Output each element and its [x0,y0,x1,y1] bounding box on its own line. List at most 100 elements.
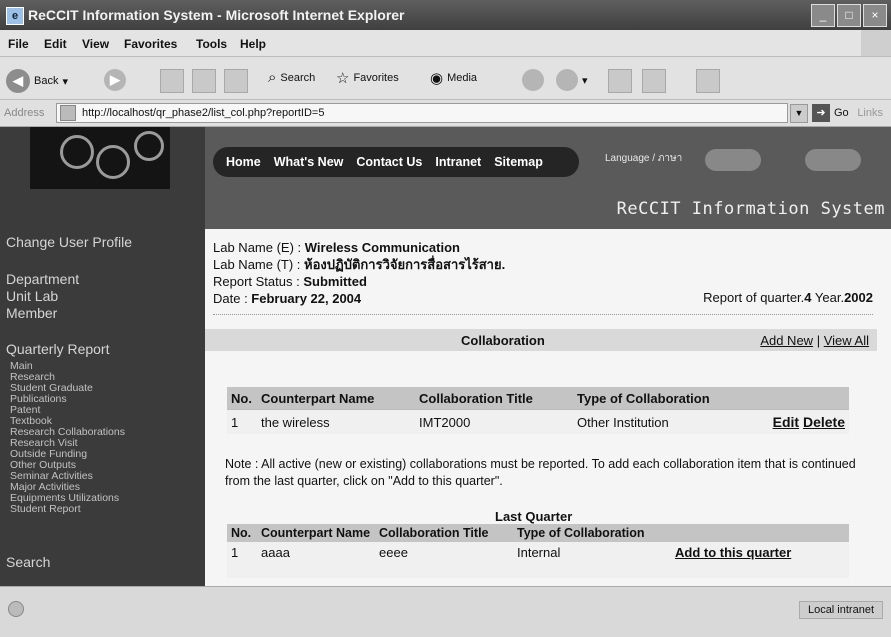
nav-whats-new[interactable]: What's New [274,155,344,169]
home-button[interactable] [224,69,248,93]
date-label: Date : [213,291,252,306]
cell-title: IMT2000 [415,409,573,434]
history-button[interactable] [522,69,544,91]
delete-link[interactable]: Delete [803,414,845,430]
maximize-button[interactable]: □ [837,4,861,27]
search-button[interactable]: ⌕ Search [268,69,315,86]
nav-contact-us[interactable]: Contact Us [356,155,422,169]
sidebar-item-research-collaborations[interactable]: Research Collaborations [10,427,125,438]
links-button[interactable]: Links [857,107,883,119]
edit-page-button[interactable] [642,69,666,93]
close-button[interactable]: × [863,4,887,27]
browser-toolbar: ◀ Back ▾ ▶ ⌕ Search ☆ Favorites ◉ Media … [0,57,891,100]
media-icon: ◉ [430,70,444,87]
sidebar-item-research-visit[interactable]: Research Visit [10,438,78,449]
menu-help[interactable]: Help [240,37,266,51]
media-button[interactable]: ◉ Media [430,69,477,87]
header-title: Collaboration Title [375,524,513,542]
sidebar-item-student-graduate[interactable]: Student Graduate [10,383,93,394]
lab-name-t-label: Lab Name (T) : [213,257,305,272]
edit-link[interactable]: Edit [773,414,799,430]
print-button[interactable] [608,69,632,93]
sidebar-item-seminar-activities[interactable]: Seminar Activities [10,471,93,482]
sidebar-item-student-report[interactable]: Student Report [10,504,81,515]
add-to-quarter-link[interactable]: Add to this quarter [675,545,791,560]
table-row: 1 aaaa eeee Internal Add to this quarter [227,542,849,578]
sidebar-item-outside-funding[interactable]: Outside Funding [10,449,87,460]
sidebar-item-publications[interactable]: Publications [10,394,67,405]
nav-intranet[interactable]: Intranet [435,155,481,169]
windows-flag-icon [861,30,891,56]
menu-tools[interactable]: Tools [196,37,227,51]
mail-button[interactable]: ▾ [556,69,588,91]
refresh-button[interactable] [192,69,216,93]
sidebar-unit-lab[interactable]: Unit Lab [6,288,58,304]
sidebar-item-equipments-utilizations[interactable]: Equipments Utilizations [10,493,119,504]
sidebar-member[interactable]: Member [6,305,57,321]
minimize-button[interactable]: _ [811,4,835,27]
view-all-link[interactable]: View All [824,333,869,348]
nav-sitemap[interactable]: Sitemap [494,155,543,169]
address-input[interactable]: http://localhost/qr_phase2/list_col.php?… [56,103,788,123]
banner-button[interactable] [705,149,761,171]
date-row: Date : February 22, 2004 [213,290,505,307]
back-button[interactable]: ◀ Back ▾ [6,69,68,93]
media-label: Media [447,72,478,84]
sidebar-quarterly-report[interactable]: Quarterly Report [6,341,109,357]
window-title: ReCCIT Information System - Microsoft In… [28,7,405,23]
sidebar-change-profile[interactable]: Change User Profile [6,234,132,250]
sidebar-item-research[interactable]: Research [10,372,55,383]
favorites-button[interactable]: ☆ Favorites [336,69,399,87]
last-quarter-title: Last Quarter [495,509,573,524]
nav-home[interactable]: Home [226,155,261,169]
sidebar-item-other-outputs[interactable]: Other Outputs [10,460,76,471]
discuss-button[interactable] [696,69,720,93]
cell-counterpart: aaaa [257,542,375,578]
divider [213,314,873,315]
report-status-value: Submitted [303,274,367,289]
report-status-row: Report Status : Submitted [213,273,505,290]
sidebar-search[interactable]: Search [6,554,50,570]
header-type: Type of Collaboration [513,524,671,542]
cell-actions: Edit Delete [751,409,849,434]
sidebar-item-patent[interactable]: Patent [10,405,40,416]
back-dropdown-icon[interactable]: ▾ [62,75,68,88]
header-no: No. [227,524,257,542]
back-label: Back [34,75,59,87]
menu-edit[interactable]: Edit [44,37,67,51]
address-dropdown-button[interactable]: ▼ [790,104,808,123]
collaboration-table: No. Counterpart Name Collaboration Title… [227,387,849,434]
window-controls: _ □ × [811,4,887,27]
sidebar-item-main[interactable]: Main [10,361,33,372]
add-new-link[interactable]: Add New [760,333,813,348]
cell-actions: Add to this quarter [671,542,849,578]
menu-view[interactable]: View [82,37,109,51]
cell-type: Other Institution [573,409,751,434]
lab-name-e-row: Lab Name (E) : Wireless Communication [213,239,505,256]
status-bar: Local intranet [0,586,891,637]
header-counterpart: Counterpart Name [257,387,415,410]
report-info: Lab Name (E) : Wireless Communication La… [213,239,505,307]
stop-button[interactable] [160,69,184,93]
quarter-label: Report of quarter. [703,290,805,305]
search-icon: ⌕ [268,69,277,86]
forward-button[interactable]: ▶ [104,69,126,91]
system-name: ReCCIT Information System [616,199,885,219]
language-label[interactable]: Language / ภาษา [605,151,682,166]
go-button[interactable]: ➜ Go [812,104,849,122]
table-row: 1 the wireless IMT2000 Other Institution… [227,409,849,434]
sidebar-item-major-activities[interactable]: Major Activities [10,482,80,493]
go-label: Go [834,107,849,119]
sidebar-item-textbook[interactable]: Textbook [10,416,52,427]
sidebar-department[interactable]: Department [6,271,79,287]
cell-type: Internal [513,542,671,578]
banner-button[interactable] [805,149,861,171]
year-label: Year. [814,290,845,305]
last-quarter-table: No. Counterpart Name Collaboration Title… [227,524,849,578]
back-arrow-icon: ◀ [6,69,30,93]
menu-favorites[interactable]: Favorites [124,37,177,51]
mail-dropdown-icon[interactable]: ▾ [582,74,588,87]
favorites-label: Favorites [353,72,399,84]
menu-file[interactable]: File [8,37,29,51]
header-no: No. [227,387,257,410]
